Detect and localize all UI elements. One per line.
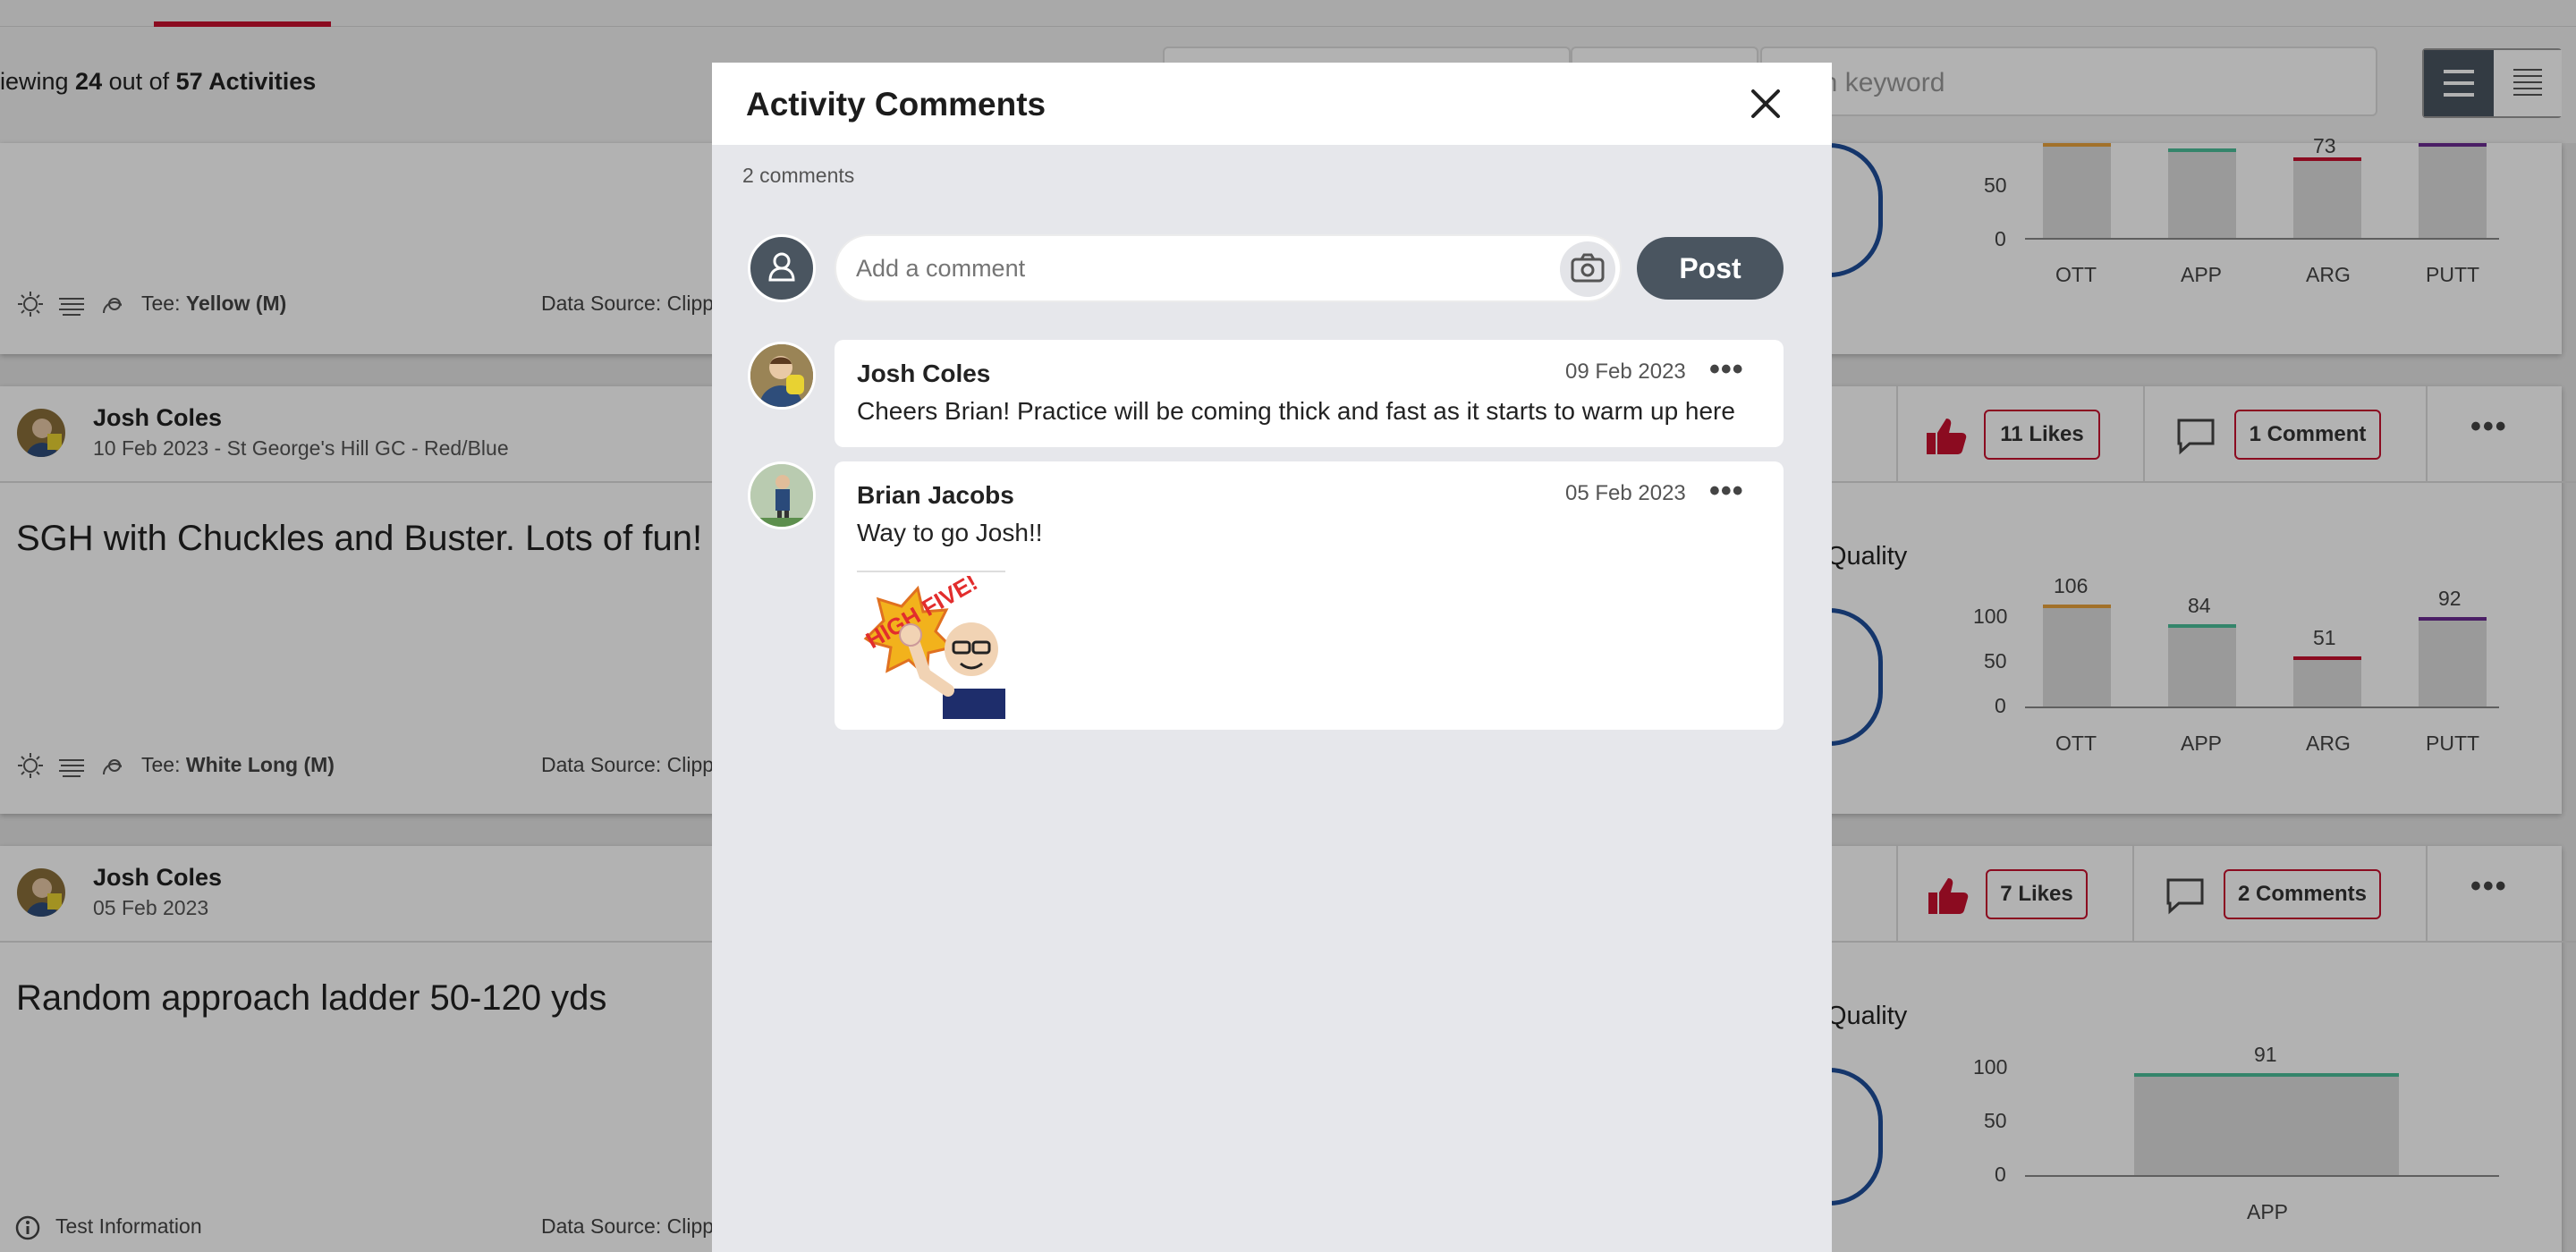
commenter-name[interactable]: Josh Coles (857, 360, 990, 388)
comment-card: Josh Coles 09 Feb 2023 ••• Cheers Brian!… (835, 340, 1784, 447)
commenter-avatar[interactable] (748, 461, 816, 529)
modal-header: Activity Comments (712, 63, 1832, 145)
comment-text: Way to go Josh!! (857, 519, 1043, 546)
sticker-divider (857, 571, 1005, 572)
modal-title: Activity Comments (746, 86, 1046, 123)
comment-date: 05 Feb 2023 (1565, 481, 1686, 505)
comment-text: Cheers Brian! Practice will be coming th… (857, 397, 1735, 425)
more-options-icon[interactable]: ••• (1709, 474, 1744, 509)
more-options-icon[interactable]: ••• (1709, 352, 1744, 387)
activity-comments-modal: Activity Comments 2 comments Post Josh C… (712, 63, 1832, 1252)
commenter-avatar[interactable] (748, 342, 816, 410)
commenter-name[interactable]: Brian Jacobs (857, 481, 1014, 510)
comment-card: Brian Jacobs 05 Feb 2023 ••• Way to go J… (835, 461, 1784, 730)
post-button[interactable]: Post (1637, 237, 1784, 300)
comment-count: 2 comments (742, 164, 855, 187)
comment-input[interactable] (835, 234, 1622, 302)
camera-icon[interactable] (1560, 241, 1615, 297)
high-five-sticker[interactable]: HIGH FIVE! (857, 569, 1005, 719)
user-avatar-icon (748, 234, 816, 302)
close-icon[interactable] (1748, 86, 1784, 122)
comment-date: 09 Feb 2023 (1565, 360, 1686, 384)
